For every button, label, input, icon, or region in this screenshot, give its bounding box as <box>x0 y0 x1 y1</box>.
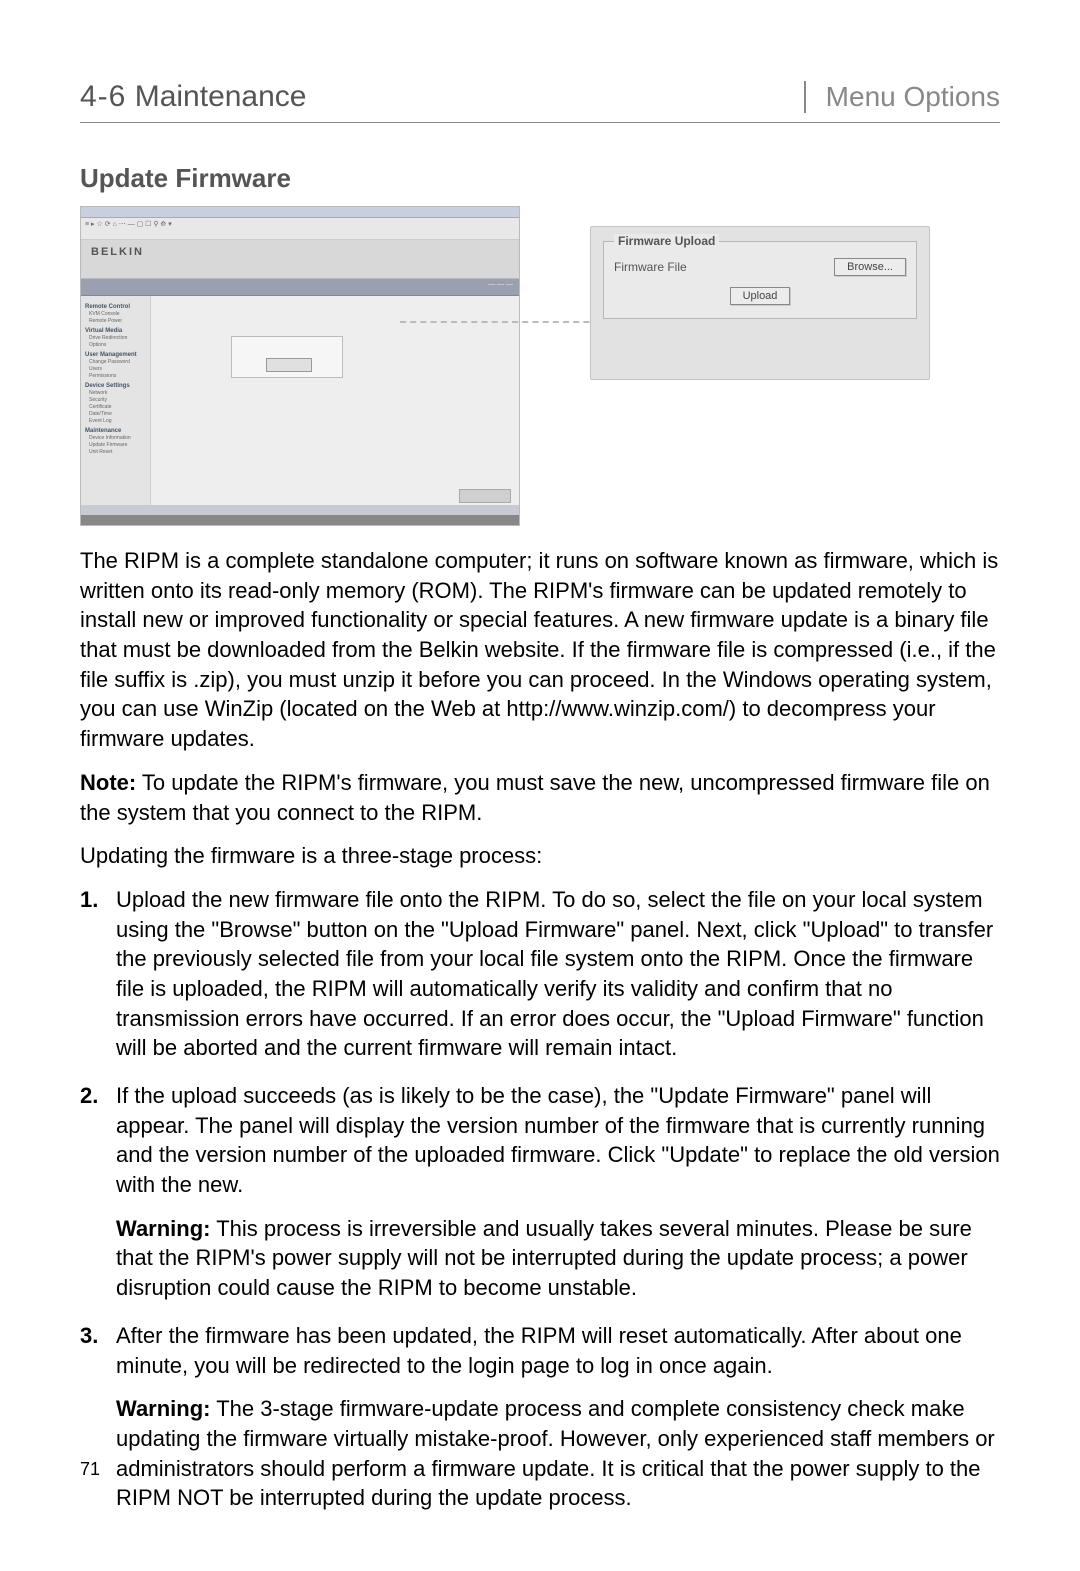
step-3-warning-text: The 3-stage firmware-update process and … <box>116 1396 995 1510</box>
browser-toolbar: ≡ ▸ ☆ ⟳ ⌂ ⋯ — ▢ ☐ ⚲ ⟰ ▾ <box>81 218 519 240</box>
step-2-text: If the upload succeeds (as is likely to … <box>116 1083 1000 1197</box>
section-number: 4-6 <box>80 80 126 113</box>
breadcrumb-bar: — — — <box>81 279 519 296</box>
upload-button[interactable]: Upload <box>730 287 791 305</box>
figure-row: ≡ ▸ ☆ ⟳ ⌂ ⋯ — ▢ ☐ ⚲ ⟰ ▾ BELKIN — — — Rem… <box>80 206 1000 526</box>
taskbar <box>81 515 519 525</box>
warning-label: Warning: <box>116 1396 211 1421</box>
sidebar-item[interactable]: Event Log <box>89 418 146 424</box>
warning-label: Warning: <box>116 1216 211 1241</box>
sidebar-group-head: Maintenance <box>85 428 146 434</box>
process-intro: Updating the firmware is a three-stage p… <box>80 841 1000 871</box>
sidebar-item[interactable]: Device Information <box>89 435 146 441</box>
sidebar-group-head: User Management <box>85 352 146 358</box>
fieldset-legend: Firmware Upload <box>614 234 719 248</box>
window-titlebar <box>81 207 519 218</box>
step-1-text: Upload the new firmware file onto the RI… <box>116 887 993 1060</box>
subbar-right: — — — <box>488 281 513 288</box>
note-text: To update the RIPM's firmware, you must … <box>80 770 990 825</box>
section-heading: Update Firmware <box>80 163 1000 194</box>
callout-connector-line <box>400 321 620 323</box>
note-paragraph: Note: To update the RIPM's firmware, you… <box>80 768 1000 827</box>
firmware-upload-fieldset: Firmware Upload Firmware File Browse... … <box>603 241 917 319</box>
upload-button-mini[interactable] <box>266 358 312 372</box>
upload-panel-mini <box>231 336 343 378</box>
sidebar-item[interactable]: Update Firmware <box>89 442 146 448</box>
sidebar-item[interactable]: Users <box>89 366 146 372</box>
header-left: 4-6 Maintenance <box>80 80 307 114</box>
admin-screenshot: ≡ ▸ ☆ ⟳ ⌂ ⋯ — ▢ ☐ ⚲ ⟰ ▾ BELKIN — — — Rem… <box>80 206 520 526</box>
sidebar-item[interactable]: Remote Power <box>89 318 146 324</box>
sidebar-item[interactable]: KVM Console <box>89 311 146 317</box>
step-3-warning: Warning: The 3-stage firmware-update pro… <box>116 1394 1000 1513</box>
step-2-warning: Warning: This process is irreversible an… <box>116 1214 1000 1303</box>
firmware-file-label: Firmware File <box>614 260 687 274</box>
browse-button[interactable]: Browse... <box>834 258 906 276</box>
firmware-upload-callout: Firmware Upload Firmware File Browse... … <box>590 226 930 380</box>
statusbar <box>81 505 519 515</box>
sidebar-item[interactable]: Security <box>89 397 146 403</box>
steps-list: Upload the new firmware file onto the RI… <box>80 885 1000 1513</box>
sidebar-item[interactable]: Options <box>89 342 146 348</box>
sidebar-item[interactable]: Unit Reset <box>89 449 146 455</box>
header-right: Menu Options <box>804 81 1000 113</box>
intro-paragraph: The RIPM is a complete standalone comput… <box>80 546 1000 754</box>
sidebar-item[interactable]: Certificate <box>89 404 146 410</box>
sidebar-item[interactable]: Drive Redirection <box>89 335 146 341</box>
sidebar-item[interactable]: Network <box>89 390 146 396</box>
sidebar-item[interactable]: Permissions <box>89 373 146 379</box>
page-number: 71 <box>80 1459 100 1480</box>
language-selector[interactable] <box>459 489 511 503</box>
sidebar-group-head: Device Settings <box>85 383 146 389</box>
page-header: 4-6 Maintenance Menu Options <box>80 80 1000 123</box>
step-2: If the upload succeeds (as is likely to … <box>80 1081 1000 1303</box>
section-title: Maintenance <box>135 80 307 113</box>
brand-label: BELKIN <box>81 240 519 279</box>
sidebar-group-head: Virtual Media <box>85 328 146 334</box>
sidebar-item[interactable]: Change Password <box>89 359 146 365</box>
sidebar-item[interactable]: Date/Time <box>89 411 146 417</box>
body-text: The RIPM is a complete standalone comput… <box>80 546 1000 1513</box>
step-1: Upload the new firmware file onto the RI… <box>80 885 1000 1063</box>
step-3-text: After the firmware has been updated, the… <box>116 1323 962 1378</box>
sidebar-group-head: Remote Control <box>85 304 146 310</box>
step-2-warning-text: This process is irreversible and usually… <box>116 1216 972 1300</box>
note-label: Note: <box>80 770 136 795</box>
sidebar-nav: Remote Control KVM Console Remote Power … <box>81 296 151 516</box>
step-3: After the firmware has been updated, the… <box>80 1321 1000 1513</box>
main-panel <box>151 296 519 516</box>
